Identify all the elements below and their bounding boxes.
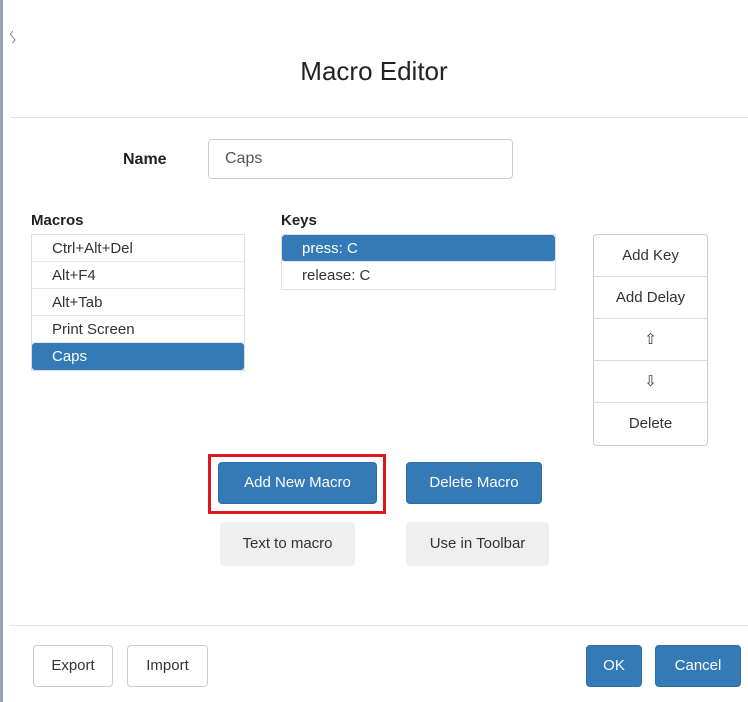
macro-item-selected[interactable]: Caps	[32, 343, 244, 370]
export-button[interactable]: Export	[33, 645, 113, 687]
key-actions-panel: Add Key Add Delay ⇧ ⇩ Delete	[593, 234, 708, 446]
dialog-title: Macro Editor	[300, 56, 448, 86]
text-to-macro-button[interactable]: Text to macro	[220, 522, 355, 566]
add-delay-button[interactable]: Add Delay	[594, 277, 707, 319]
keys-list: press: C release: C	[281, 234, 556, 290]
header-divider	[10, 117, 748, 118]
mouse-cursor-icon: ᛊ	[8, 30, 18, 47]
name-input[interactable]	[208, 139, 513, 179]
keys-label: Keys	[281, 212, 317, 229]
add-key-button[interactable]: Add Key	[594, 235, 707, 277]
macros-list: Ctrl+Alt+Del Alt+F4 Alt+Tab Print Screen…	[31, 234, 245, 371]
macro-item[interactable]: Print Screen	[32, 316, 244, 343]
delete-key-button[interactable]: Delete	[594, 403, 707, 445]
arrow-down-icon: ⇩	[644, 373, 657, 390]
macro-item[interactable]: Alt+F4	[32, 262, 244, 289]
use-in-toolbar-button[interactable]: Use in Toolbar	[406, 522, 549, 566]
key-item[interactable]: release: C	[282, 262, 555, 289]
key-item-selected[interactable]: press: C	[282, 235, 555, 262]
ok-button[interactable]: OK	[586, 645, 642, 687]
macro-item[interactable]: Alt+Tab	[32, 289, 244, 316]
name-label: Name	[123, 151, 167, 168]
move-down-button[interactable]: ⇩	[594, 361, 707, 403]
footer-divider	[10, 625, 748, 626]
import-button[interactable]: Import	[127, 645, 208, 687]
cancel-button[interactable]: Cancel	[655, 645, 741, 687]
move-up-button[interactable]: ⇧	[594, 319, 707, 361]
arrow-up-icon: ⇧	[644, 331, 657, 348]
highlight-frame	[208, 454, 386, 514]
window-edge	[0, 0, 3, 702]
macro-item[interactable]: Ctrl+Alt+Del	[32, 235, 244, 262]
macros-label: Macros	[31, 212, 84, 229]
delete-macro-button[interactable]: Delete Macro	[406, 462, 542, 504]
